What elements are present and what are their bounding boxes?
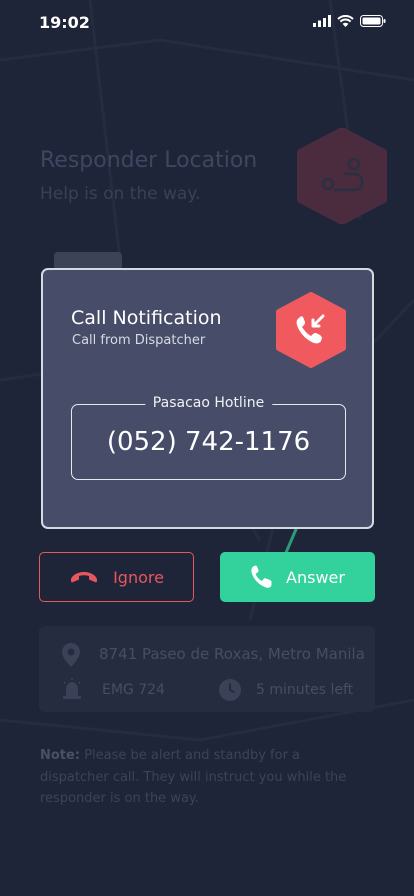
standby-note: Note: Please be alert and standby for a … [40, 745, 370, 810]
page-title: Responder Location [40, 148, 258, 173]
hotline-number: (052) 742-1176 [106, 427, 311, 457]
note-label: Note: [40, 748, 81, 763]
status-time: 19:02 [39, 13, 90, 32]
ignore-button[interactable]: Ignore [39, 552, 194, 602]
responder-eta: 5 minutes left [256, 682, 354, 698]
incoming-call-icon [276, 292, 346, 368]
hotline-label: Pasacao Hotline [144, 395, 273, 411]
clock-icon [219, 679, 241, 701]
modal-title: Call Notification [71, 307, 222, 329]
route-icon [297, 128, 387, 224]
hotline-box: Pasacao Hotline (052) 742-1176 [71, 395, 346, 480]
responder-info-card: 8741 Paseo de Roxas, Metro Manila EMG 72… [39, 626, 375, 712]
status-icons [313, 15, 386, 27]
responder-unit: EMG 724 [102, 682, 165, 698]
battery-icon [360, 15, 386, 27]
modal-subtitle: Call from Dispatcher [72, 333, 206, 348]
responder-address: 8741 Paseo de Roxas, Metro Manila [99, 645, 365, 663]
ignore-label: Ignore [113, 567, 164, 587]
location-pin-icon [62, 643, 80, 667]
phone-icon [251, 565, 272, 588]
call-notification-modal: Call Notification Call from Dispatcher P… [41, 268, 374, 529]
hang-up-icon [71, 572, 98, 583]
note-text: Please be alert and standby for a dispat… [40, 748, 347, 806]
wifi-icon [337, 15, 354, 27]
answer-label: Answer [286, 567, 345, 587]
answer-button[interactable]: Answer [220, 552, 375, 602]
signal-icon [313, 15, 331, 27]
page-subtitle: Help is on the way. [40, 184, 201, 204]
status-bar: 19:02 [0, 0, 414, 46]
siren-icon [63, 678, 81, 699]
